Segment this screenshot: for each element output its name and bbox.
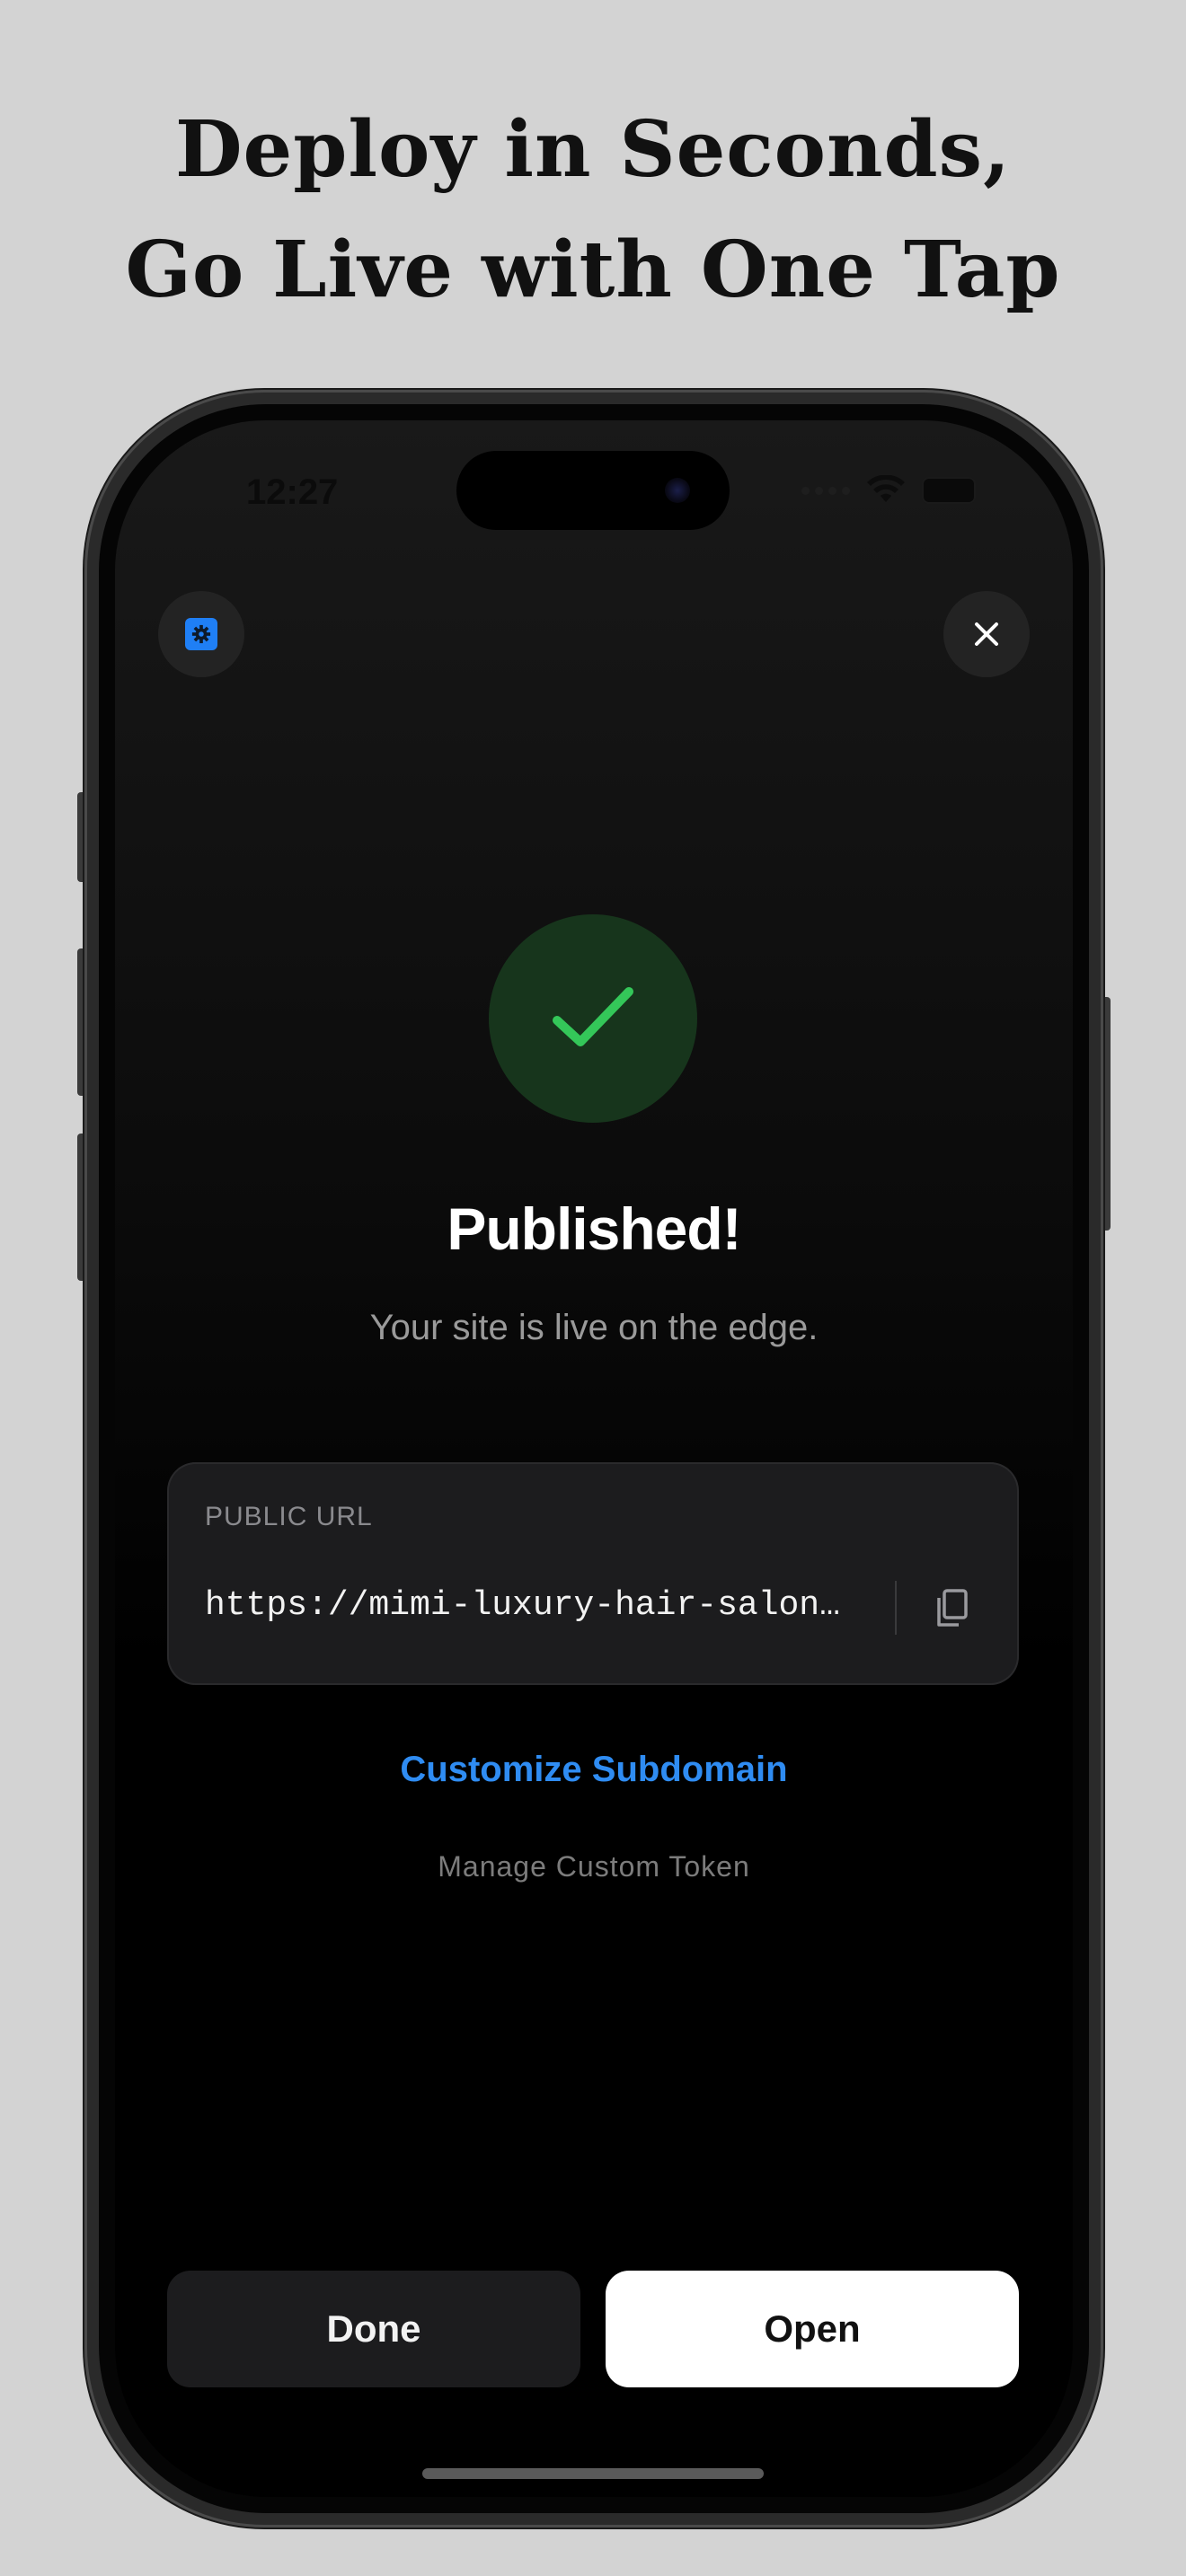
public-url-value[interactable]: https://mimi-luxury-hair-salon…	[205, 1586, 877, 1625]
status-time: 12:27	[246, 472, 339, 512]
wifi-icon	[867, 475, 905, 502]
status-icons	[801, 474, 976, 507]
dynamic-island	[456, 451, 730, 530]
checkmark-icon	[553, 987, 633, 1046]
public-url-card: PUBLIC URL https://mimi-luxury-hair-salo…	[167, 1462, 1019, 1685]
done-button[interactable]: Done	[167, 2271, 580, 2387]
public-url-label: PUBLIC URL	[205, 1502, 373, 1531]
headline-line-2: Go Live with One Tap	[125, 225, 1061, 315]
home-indicator[interactable]	[422, 2468, 764, 2479]
customize-subdomain-link[interactable]: Customize Subdomain	[115, 1750, 1073, 1790]
copy-url-button[interactable]	[920, 1577, 983, 1640]
url-divider	[895, 1581, 897, 1635]
close-icon	[975, 622, 998, 646]
phone-screen: 12:27 Published! Your site is live on th…	[115, 420, 1073, 2497]
copy-icon	[937, 1589, 968, 1627]
cellular-signal-icon	[801, 486, 850, 495]
gear-icon	[185, 618, 217, 650]
open-button[interactable]: Open	[606, 2271, 1019, 2387]
battery-icon	[922, 477, 976, 504]
front-camera	[665, 478, 690, 503]
close-button[interactable]	[943, 591, 1030, 677]
page-title: Published!	[447, 1195, 741, 1262]
headline-line-1: Deploy in Seconds,	[174, 104, 1012, 195]
marketing-canvas: Deploy in Seconds, Go Live with One Tap …	[0, 0, 1186, 2576]
status-bar: 12:27	[115, 420, 1073, 546]
success-indicator	[489, 914, 697, 1123]
settings-button[interactable]	[158, 591, 244, 677]
page-subtitle: Your site is live on the edge.	[369, 1308, 819, 1347]
manage-custom-token-link[interactable]: Manage Custom Token	[115, 1850, 1073, 1883]
marketing-headline: Deploy in Seconds, Go Live with One Tap	[0, 90, 1186, 331]
